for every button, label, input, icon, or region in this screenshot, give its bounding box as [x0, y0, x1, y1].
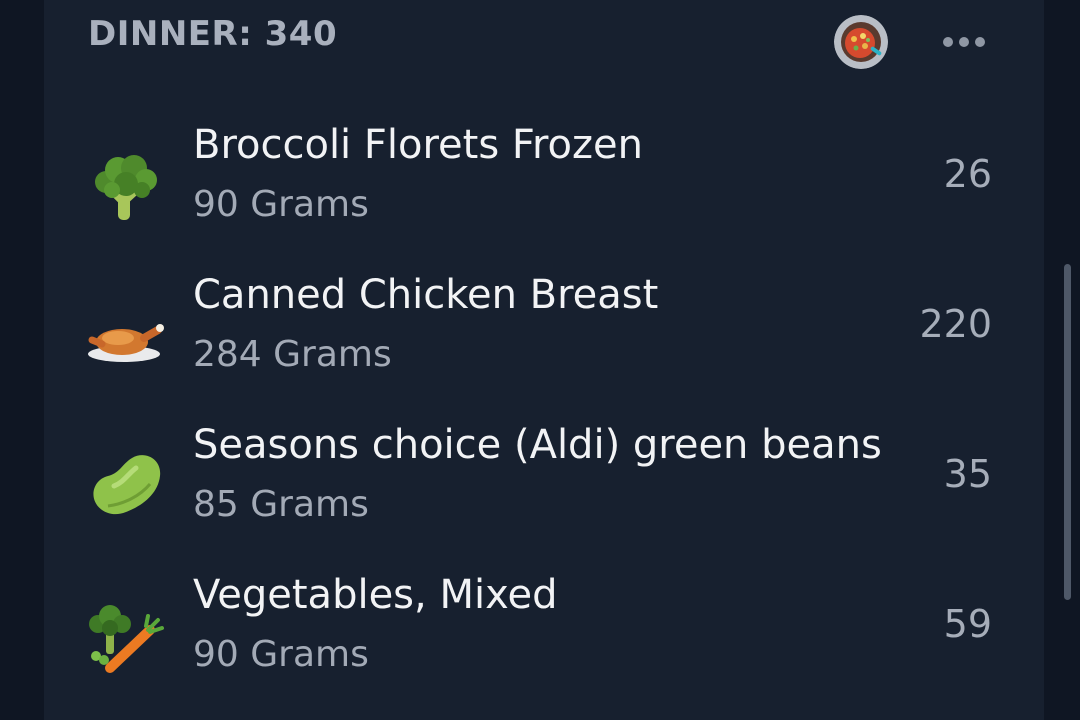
meal-header: DINNER: 340 — [88, 14, 337, 54]
food-serving: 85 Grams — [193, 484, 369, 525]
food-item-chicken[interactable]: Canned Chicken Breast 284 Grams 220 — [44, 258, 1044, 408]
food-name: Canned Chicken Breast — [193, 272, 659, 318]
food-name: Broccoli Florets Frozen — [193, 122, 643, 168]
more-horizontal-icon — [943, 37, 953, 47]
more-options-button[interactable] — [936, 24, 992, 60]
food-serving: 284 Grams — [193, 334, 392, 375]
food-name: Vegetables, Mixed — [193, 572, 558, 618]
meal-title: DINNER: 340 — [88, 14, 338, 54]
roast-chicken-icon — [84, 294, 168, 378]
more-dot — [975, 37, 985, 47]
broccoli-icon — [84, 144, 168, 228]
bean-icon — [84, 444, 168, 528]
food-calories: 59 — [943, 602, 992, 646]
food-calories: 220 — [919, 302, 992, 346]
diary-screen: DINNER: 340 Broccoli Florets Frozen 90 G… — [0, 0, 1080, 720]
food-name: Seasons choice (Aldi) green beans — [193, 422, 882, 468]
food-item-green-beans[interactable]: Seasons choice (Aldi) green beans 85 Gra… — [44, 408, 1044, 558]
food-calories: 26 — [943, 152, 992, 196]
food-calories: 35 — [943, 452, 992, 496]
more-dot — [959, 37, 969, 47]
left-edge — [0, 0, 44, 720]
scrollbar[interactable] — [1064, 264, 1071, 600]
food-serving: 90 Grams — [193, 634, 369, 675]
food-item-broccoli[interactable]: Broccoli Florets Frozen 90 Grams 26 — [44, 108, 1044, 258]
right-edge — [1044, 0, 1080, 720]
meal-photo-icon[interactable] — [834, 15, 888, 69]
food-item-mixed-vegetables[interactable]: Vegetables, Mixed 90 Grams 59 — [44, 558, 1044, 708]
mixed-vegetables-icon — [84, 594, 168, 678]
food-serving: 90 Grams — [193, 184, 369, 225]
